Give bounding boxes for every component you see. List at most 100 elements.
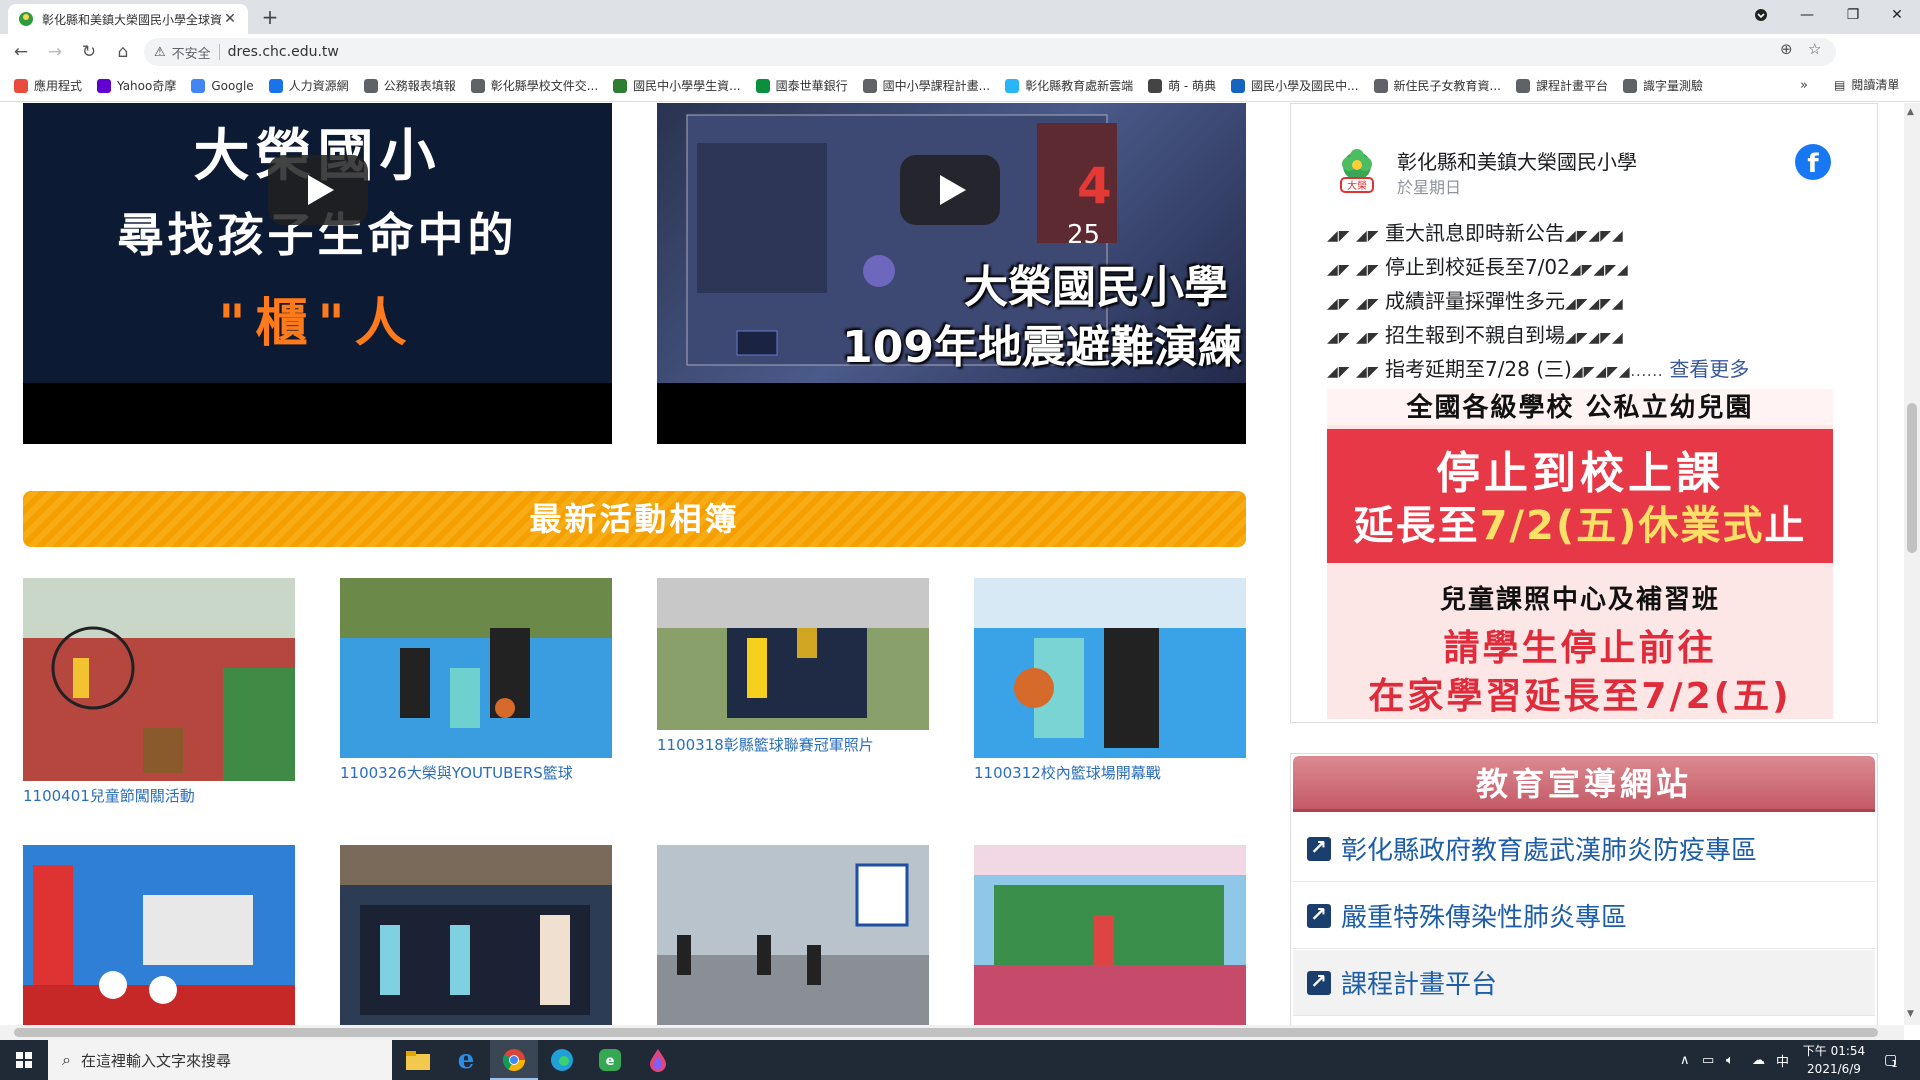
bookmark-label[interactable]: 國民小學及國民中... [1251,77,1358,94]
edu-link-1[interactable]: 彰化縣政府教育處武漢肺炎防疫專區 [1293,816,1875,882]
edu-link-label[interactable]: 嚴重特殊傳染性肺炎專區 [1341,897,1627,934]
album-item[interactable]: 1100312校內籃球場開幕戰 [974,578,1246,783]
windows-start-icon[interactable] [0,1040,48,1080]
tab-close-icon[interactable]: ✕ [222,11,238,27]
bookmark-item[interactable]: 國中小學課程計畫... [862,77,990,94]
bookmark-label[interactable]: Google [211,79,253,93]
bookmark-item[interactable]: 課程計畫平台 [1515,77,1608,94]
album-caption-link[interactable]: 1100401兒童節闖關活動 [23,785,295,806]
bookmark-item[interactable]: 萌 - 萌典 [1148,77,1216,94]
volume-icon[interactable]: 🔈︎ [1726,1040,1734,1080]
album-photo[interactable] [657,578,929,730]
maximize-icon[interactable]: ❐ [1830,0,1876,30]
bookmark-item[interactable]: 新住民子女教育資... [1373,77,1501,94]
play-button-icon[interactable] [900,155,1000,225]
bookmark-label[interactable]: Yahoo奇摩 [117,77,176,94]
facebook-page-name[interactable]: 彰化縣和美鎮大榮國民小學 [1397,146,1637,175]
tray-chevron-icon[interactable]: ∧ [1680,1040,1690,1080]
back-icon[interactable]: ← [8,39,34,65]
reading-list-button[interactable]: ▤ 閱讀清單 [1834,76,1899,93]
notification-icon[interactable]: ▢ 1 [1884,1040,1898,1080]
network-icon[interactable]: ▭ [1702,1040,1714,1080]
album-item[interactable] [23,845,295,1025]
onedrive-cloud-icon[interactable]: ☁ [1752,1040,1765,1080]
bookmark-label[interactable]: 識字量測驗 [1643,77,1703,94]
bookmarks-overflow-icon[interactable]: » [1800,78,1808,93]
scrollbar-thumb[interactable] [1907,403,1917,553]
bookmark-label[interactable]: 應用程式 [34,77,82,94]
tab-school-site[interactable]: 彰化縣和美鎮大榮國民小學全球資訊網 ✕ [8,4,248,34]
album-item[interactable]: 1100326大榮與YOUTUBERS籃球 [340,578,612,783]
edu-link-label[interactable]: 彰化縣政府教育處武漢肺炎防疫專區 [1341,830,1757,867]
tab-search-icon[interactable] [1738,0,1784,30]
edu-link-3[interactable]: 課程計畫平台 [1293,950,1875,1016]
bookmark-item[interactable]: 應用程式 [14,77,82,94]
bookmark-item[interactable]: 識字量測驗 [1622,77,1703,94]
album-item[interactable] [340,845,612,1025]
bookmark-item[interactable]: 公務報表填報 [363,77,456,94]
album-caption-link[interactable]: 1100326大榮與YOUTUBERS籃球 [340,762,612,783]
bookmark-label[interactable]: 彰化縣學校文件交... [491,77,598,94]
see-more-link[interactable]: 查看更多 [1669,357,1749,381]
reload-icon[interactable]: ↻ [76,39,102,65]
edge-icon[interactable] [538,1040,586,1080]
minimize-icon[interactable]: — [1784,0,1830,30]
url-text[interactable]: dres.chc.edu.tw [228,44,339,60]
bookmark-item[interactable]: 彰化縣學校文件交... [470,77,598,94]
taskbar-search[interactable]: ⌕ 在這裡輸入文字來搜尋 [48,1040,392,1080]
bookmark-item[interactable]: 彰化縣教育處新雲端 [1005,77,1133,94]
paint-drop-icon[interactable] [634,1040,682,1080]
album-photo[interactable] [340,845,612,1025]
bookmark-label[interactable]: 萌 - 萌典 [1168,77,1216,94]
scrollbar-thumb[interactable] [14,1028,1878,1037]
search-placeholder[interactable]: 在這裡輸入文字來搜尋 [81,1050,231,1071]
scroll-up-icon[interactable]: ▲ [1907,107,1914,117]
album-photo[interactable] [23,578,295,781]
bookmark-label[interactable]: 國泰世華銀行 [776,77,848,94]
bookmark-item[interactable]: 人力資源網 [268,77,349,94]
horizontal-scrollbar[interactable] [0,1025,1904,1040]
play-button-icon[interactable] [268,155,368,225]
file-explorer-icon[interactable] [394,1040,442,1080]
home-icon[interactable]: ⌂ [110,39,136,65]
bookmark-item[interactable]: 國民中小學學生資... [613,77,741,94]
line-app-icon[interactable]: e [586,1040,634,1080]
bookmark-label[interactable]: 新住民子女教育資... [1394,77,1501,94]
bookmark-star-icon[interactable]: ☆ [1808,40,1821,58]
album-item[interactable]: 1100401兒童節闖關活動 [23,578,295,806]
post-time[interactable]: 於星期日 [1397,174,1461,198]
album-caption-link[interactable]: 1100312校內籃球場開幕戰 [974,762,1246,783]
album-item[interactable] [657,845,929,1025]
zoom-icon[interactable]: ⊕ [1780,40,1793,58]
bookmark-item[interactable]: 國民小學及國民中... [1231,77,1359,94]
system-clock[interactable]: 下午 01:54 2021/6/9 [1796,1042,1872,1078]
security-label[interactable]: 不安全 [172,43,211,62]
address-bar[interactable]: ⚠ 不安全 dres.chc.edu.tw ⊕ ☆ [144,38,1836,66]
video-player-2[interactable]: 4 25 大榮國民小學 109年地震避難演練 [657,103,1246,444]
chrome-icon[interactable] [490,1040,538,1080]
bookmark-item[interactable]: Yahoo奇摩 [97,77,176,94]
bookmark-label[interactable]: 國中小學課程計畫... [883,77,990,94]
album-photo[interactable] [657,845,929,1025]
warning-icon[interactable]: ⚠ [154,45,166,60]
internet-explorer-icon[interactable]: e [442,1040,490,1080]
video-player-1[interactable]: 大榮國小 尋找孩子生命中的 "櫃"人 [23,103,612,444]
edu-link-2[interactable]: 嚴重特殊傳染性肺炎專區 [1293,883,1875,949]
announcement-poster-image[interactable]: 全國各級學校 公私立幼兒園 停止到校上課 延長至7/2(五)休業式止 兒童課照中… [1327,389,1833,719]
reading-list-label[interactable]: 閱讀清單 [1851,76,1899,93]
album-photo[interactable] [340,578,612,758]
bookmark-label[interactable]: 國民中小學學生資... [633,77,740,94]
window-close-icon[interactable]: ✕ [1874,0,1920,30]
bookmark-item[interactable]: 國泰世華銀行 [755,77,848,94]
facebook-icon[interactable]: f [1795,144,1831,180]
album-caption-link[interactable]: 1100318彰縣籃球聯賽冠軍照片 [657,734,929,755]
album-photo[interactable] [974,578,1246,758]
bookmark-label[interactable]: 彰化縣教育處新雲端 [1025,77,1133,94]
forward-icon[interactable]: → [42,39,68,65]
bookmark-item[interactable]: Google [191,78,254,93]
scroll-down-icon[interactable]: ▼ [1907,1009,1914,1019]
album-item[interactable]: 1100318彰縣籃球聯賽冠軍照片 [657,578,929,755]
bookmark-label[interactable]: 人力資源網 [289,77,349,94]
album-photo[interactable] [974,845,1246,1025]
edu-link-label[interactable]: 課程計畫平台 [1341,964,1497,1001]
